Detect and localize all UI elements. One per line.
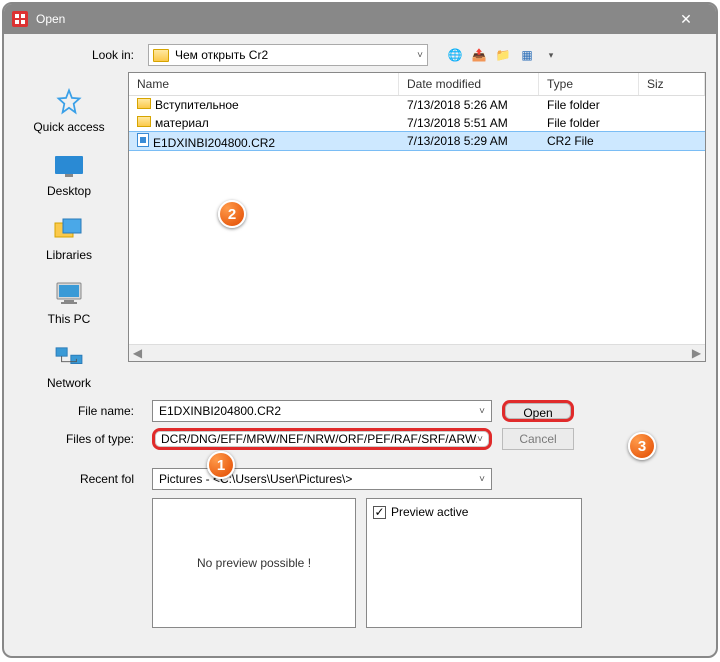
libraries-icon: [53, 217, 85, 243]
place-network[interactable]: Network: [47, 344, 91, 390]
desktop-icon: [54, 154, 84, 178]
recent-combo[interactable]: Pictures - <C:\Users\User\Pictures\> ˅: [152, 468, 492, 490]
filetype-label: Files of type:: [14, 432, 142, 446]
place-this-pc[interactable]: This PC: [48, 280, 91, 326]
file-list-header: Name Date modified Type Siz: [129, 73, 705, 96]
scroll-right-icon[interactable]: ▶: [688, 346, 705, 360]
view-dropdown-icon[interactable]: ▾: [542, 46, 560, 64]
col-date[interactable]: Date modified: [399, 73, 539, 95]
horizontal-scrollbar[interactable]: ◀ ▶: [129, 344, 705, 361]
titlebar: Open ✕: [4, 4, 716, 34]
place-quick-access[interactable]: Quick access: [33, 88, 104, 134]
chevron-down-icon: ˅: [479, 406, 485, 417]
chevron-down-icon: ˅: [479, 474, 485, 485]
lookin-label: Look in:: [14, 48, 142, 62]
places-bar: Quick access Desktop Libraries This PC N…: [14, 72, 124, 390]
table-row[interactable]: материал7/13/2018 5:51 AMFile folder: [129, 114, 705, 132]
app-icon: [12, 11, 28, 27]
place-libraries[interactable]: Libraries: [46, 216, 92, 262]
recent-label: Recent fol: [14, 472, 142, 486]
window-title: Open: [36, 12, 664, 26]
star-icon: [55, 88, 83, 116]
col-name[interactable]: Name: [129, 73, 399, 95]
place-desktop[interactable]: Desktop: [47, 152, 91, 198]
cancel-button[interactable]: Cancel: [502, 428, 574, 450]
filetype-combo[interactable]: DCR/DNG/EFF/MRW/NEF/NRW/ORF/PEF/RAF/SRF/…: [152, 428, 492, 450]
up-icon[interactable]: 📤: [470, 46, 488, 64]
toolbar-icons: 🌐 📤 📁 ▦ ▾: [446, 46, 560, 64]
table-row[interactable]: E1DXINBI204800.CR27/13/2018 5:29 AMCR2 F…: [129, 132, 705, 150]
filename-input[interactable]: E1DXINBI204800.CR2 ˅: [152, 400, 492, 422]
preview-active-checkbox[interactable]: ✓ Preview active: [373, 505, 575, 519]
preview-options: ✓ Preview active: [366, 498, 582, 628]
lookin-row: Look in: Чем открыть Cr2 ˅ 🌐 📤 📁 ▦ ▾: [4, 34, 716, 72]
checkbox-icon: ✓: [373, 506, 386, 519]
scroll-left-icon[interactable]: ◀: [129, 346, 146, 360]
folder-icon: [153, 49, 169, 62]
filename-label: File name:: [14, 404, 142, 418]
back-icon[interactable]: 🌐: [446, 46, 464, 64]
lookin-value: Чем открыть Cr2: [175, 48, 268, 62]
callout-badge-2: 2: [218, 200, 246, 228]
close-button[interactable]: ✕: [664, 11, 708, 28]
newfolder-icon[interactable]: 📁: [494, 46, 512, 64]
lookin-combo[interactable]: Чем открыть Cr2 ˅: [148, 44, 428, 66]
pc-icon: [54, 282, 84, 306]
col-size[interactable]: Siz: [639, 73, 705, 95]
preview-panel: No preview possible !: [152, 498, 356, 628]
callout-badge-3: 3: [628, 432, 656, 460]
chevron-down-icon: ˅: [477, 434, 483, 445]
table-row[interactable]: Вступительное7/13/2018 5:26 AMFile folde…: [129, 96, 705, 114]
file-icon: [137, 133, 149, 147]
open-button[interactable]: Open: [502, 400, 574, 422]
network-icon: [54, 346, 84, 370]
view-icon[interactable]: ▦: [518, 46, 536, 64]
col-type[interactable]: Type: [539, 73, 639, 95]
chevron-down-icon: ˅: [417, 50, 423, 61]
folder-icon: [137, 98, 151, 109]
folder-icon: [137, 116, 151, 127]
callout-badge-1: 1: [207, 451, 235, 479]
file-list[interactable]: Name Date modified Type Siz Вступительно…: [128, 72, 706, 362]
